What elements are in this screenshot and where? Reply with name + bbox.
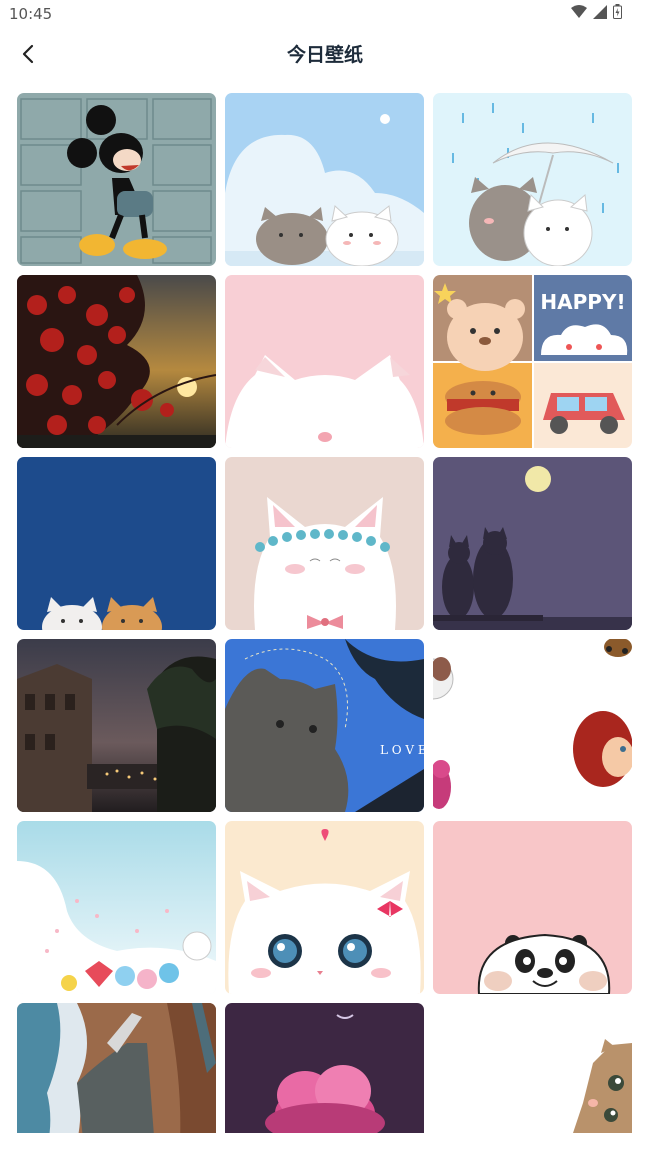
wallpaper-pink-cat[interactable] — [225, 275, 424, 448]
wallpaper-kitten-heart[interactable] — [225, 821, 424, 994]
wallpaper-mickey-comic[interactable] — [17, 93, 216, 266]
status-icons — [571, 4, 622, 19]
wallpaper-cat-blue-love[interactable]: L O V E — [225, 639, 424, 812]
status-bar: 10:45 — [0, 0, 650, 28]
wallpaper-red-flowers-sunset[interactable] — [17, 275, 216, 448]
wallpaper-pink-panda[interactable] — [433, 821, 632, 994]
wallpaper-grid: HAPPY! L O V E — [17, 93, 633, 1133]
wallpaper-city-night[interactable] — [17, 639, 216, 812]
wallpaper-cat-flower-crown[interactable] — [225, 457, 424, 630]
wallpaper-pink-cloud-night[interactable] — [225, 1003, 424, 1133]
happy-text: HAPPY! — [540, 290, 625, 314]
wallpaper-peeking-cat[interactable] — [433, 1003, 632, 1133]
header: 今日壁纸 — [0, 28, 650, 80]
wallpaper-toy-story[interactable] — [433, 639, 632, 812]
wallpaper-purple-moon-cats[interactable] — [433, 457, 632, 630]
page-title: 今日壁纸 — [286, 44, 363, 66]
wallpaper-cute-happy-collage[interactable]: HAPPY! — [433, 275, 632, 448]
wallpaper-cats-sky[interactable] — [225, 93, 424, 266]
battery-icon — [613, 4, 622, 19]
wallpaper-cats-umbrella[interactable] — [433, 93, 632, 266]
wallpaper-blue-cats[interactable] — [17, 457, 216, 630]
wifi-icon — [571, 4, 587, 18]
wallpaper-bt21-sky[interactable] — [17, 821, 216, 994]
love-text: L O V E — [380, 743, 424, 757]
status-time: 10:45 — [9, 5, 53, 23]
signal-icon — [593, 4, 607, 19]
wallpaper-coast-aerial[interactable] — [17, 1003, 216, 1133]
